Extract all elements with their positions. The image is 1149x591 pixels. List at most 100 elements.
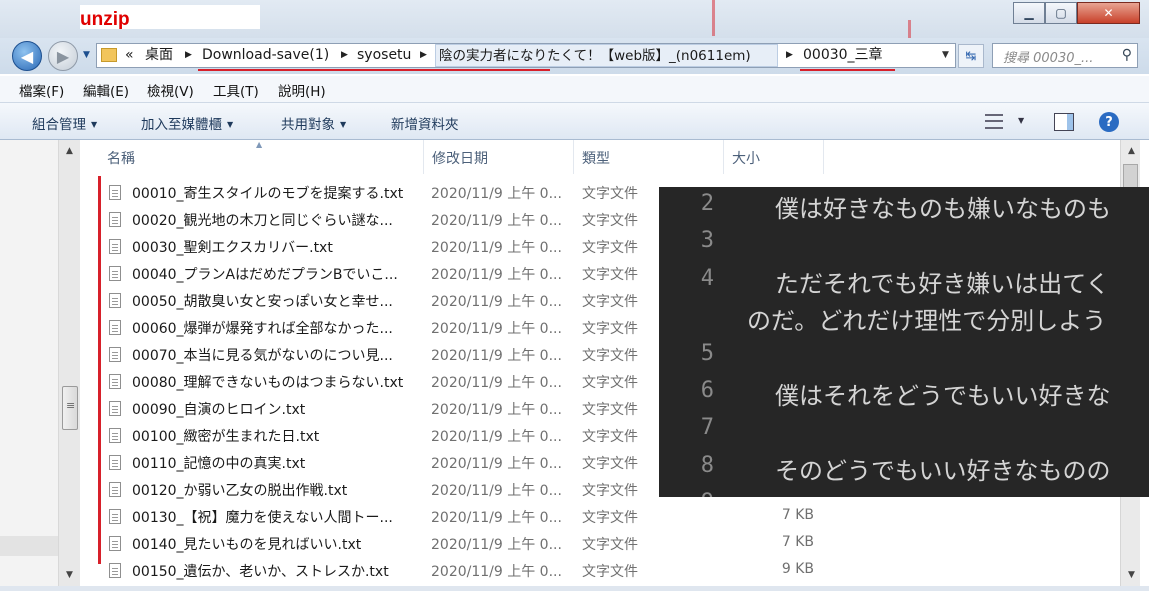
file-name: 00100_緻密が生まれた日.txt	[132, 429, 320, 445]
file-name: 00080_理解できないものはつまらない.txt	[132, 375, 404, 391]
file-type: 文字文件	[582, 564, 638, 580]
view-options-icon[interactable]	[985, 114, 1003, 129]
menu-help[interactable]: 說明(H)	[278, 80, 326, 100]
breadcrumb-desktop[interactable]: 桌面	[145, 44, 173, 67]
file-date: 2020/11/9 上午 0...	[431, 564, 562, 580]
chevron-down-icon: ▼	[227, 120, 234, 129]
breadcrumb-overflow[interactable]: «	[125, 44, 134, 67]
file-type: 文字文件	[582, 240, 638, 256]
scroll-down-icon[interactable]: ▼	[59, 570, 80, 580]
editor-line: 8 そのどうでもいい好きなものの	[659, 451, 1149, 488]
breadcrumb-arrow-icon[interactable]: ▶	[341, 44, 348, 67]
editor-line-text: のだ。どれだけ理性で分別しよう	[747, 307, 1107, 336]
navigation-pane-footer	[0, 536, 58, 556]
share-with-button[interactable]: 共用對象 ▼	[281, 113, 346, 133]
file-name: 00010_寄生スタイルのモブを提案する.txt	[132, 186, 404, 202]
menu-edit[interactable]: 編輯(E)	[83, 80, 129, 100]
breadcrumb-current-folder[interactable]: 00030_三章	[803, 44, 883, 67]
file-date: 2020/11/9 上午 0...	[431, 321, 562, 337]
breadcrumb-novel-folder[interactable]: 陰の実力者になりたくて！【web版】_(n0611em)	[435, 44, 778, 67]
forward-button[interactable]: ▶	[48, 41, 78, 71]
file-name: 00030_聖剣エクスカリバー.txt	[132, 240, 333, 256]
file-type: 文字文件	[582, 483, 638, 499]
file-size: 7 KB	[781, 534, 814, 550]
organize-button[interactable]: 組合管理 ▼	[32, 113, 97, 133]
text-file-icon	[109, 185, 121, 200]
breadcrumb-download-save[interactable]: Download-save(1)	[202, 44, 329, 67]
command-bar: 組合管理 ▼ 加入至媒體櫃 ▼ 共用對象 ▼ 新增資料夾 ▼ ?	[0, 102, 1149, 140]
editor-line: 7	[659, 413, 1149, 450]
text-file-icon	[109, 266, 121, 281]
editor-line: 4 ただそれでも好き嫌いは出てく	[659, 264, 1149, 301]
breadcrumb-arrow-icon[interactable]: ▶	[786, 44, 793, 67]
search-icon[interactable]: ⚲	[1122, 47, 1132, 63]
file-name: 00110_記憶の中の真実.txt	[132, 456, 306, 472]
file-type: 文字文件	[582, 537, 638, 553]
underline-annotation	[800, 69, 895, 71]
scroll-up-icon[interactable]: ▲	[1121, 146, 1142, 156]
file-name: 00150_遺伝か、老いか、ストレスか.txt	[132, 564, 389, 580]
breadcrumb-arrow-icon[interactable]: ▶	[420, 44, 427, 67]
file-type: 文字文件	[582, 267, 638, 283]
breadcrumb-syosetu[interactable]: syosetu	[357, 44, 411, 67]
menu-file[interactable]: 檔案(F)	[19, 80, 64, 100]
file-size: 7 KB	[781, 507, 814, 523]
menu-view[interactable]: 檢視(V)	[147, 80, 194, 100]
text-file-icon	[109, 293, 121, 308]
background-red-line	[908, 20, 911, 38]
address-bar[interactable]: « 桌面 ▶ Download-save(1) ▶ syosetu ▶ 陰の実力…	[96, 43, 956, 68]
file-row[interactable]: 00150_遺伝か、老いか、ストレスか.txt 2020/11/9 上午 0...…	[104, 557, 824, 584]
forward-arrow-icon: ▶	[56, 46, 70, 66]
scroll-up-icon[interactable]: ▲	[59, 146, 80, 156]
maximize-button[interactable]: ▢	[1045, 2, 1077, 24]
editor-line-text: 僕はそれをどうでもいい好きな	[775, 382, 1111, 410]
line-number: 6	[700, 378, 714, 403]
new-folder-button[interactable]: 新增資料夾	[391, 113, 459, 133]
back-button[interactable]: ◀	[12, 41, 42, 71]
column-header-type[interactable]: 類型	[574, 140, 724, 174]
line-number: 5	[700, 340, 714, 366]
column-header-modified[interactable]: 修改日期	[424, 140, 574, 174]
file-row[interactable]: 00140_見たいものを見ればいい.txt 2020/11/9 上午 0... 文字…	[104, 530, 824, 557]
file-size: 9 KB	[781, 561, 814, 577]
window-title: unzip	[80, 9, 130, 30]
file-name: 00070_本当に見る気がないのについ見...	[132, 348, 393, 364]
navigation-scrollbar[interactable]: ▲ ▼	[58, 140, 80, 586]
add-to-library-button[interactable]: 加入至媒體櫃 ▼	[141, 113, 233, 133]
scrollbar-thumb[interactable]	[62, 386, 78, 430]
column-header-size[interactable]: 大小	[724, 140, 824, 174]
folder-icon	[101, 48, 117, 62]
text-file-icon	[109, 347, 121, 362]
background-red-line	[712, 0, 715, 36]
preview-pane-icon[interactable]	[1054, 113, 1074, 131]
file-date: 2020/11/9 上午 0...	[431, 348, 562, 364]
line-number: 4	[700, 265, 714, 291]
sort-ascending-icon: ▲	[256, 140, 263, 149]
file-date: 2020/11/9 上午 0...	[431, 240, 562, 256]
recent-pages-dropdown[interactable]: ▼	[83, 50, 90, 60]
line-number: 3	[700, 228, 714, 254]
search-box[interactable]: 搜尋 00030_... ⚲	[992, 43, 1138, 68]
underline-annotation	[198, 69, 550, 71]
editor-line: 3	[659, 226, 1149, 263]
editor-line: のだ。どれだけ理性で分別しよう	[659, 301, 1149, 338]
file-date: 2020/11/9 上午 0...	[431, 294, 562, 310]
file-type: 文字文件	[582, 294, 638, 310]
scroll-down-icon[interactable]: ▼	[1121, 570, 1142, 580]
chevron-down-icon[interactable]: ▼	[1018, 116, 1024, 125]
close-button[interactable]: ✕	[1077, 2, 1140, 24]
text-file-icon	[109, 509, 121, 524]
breadcrumb-arrow-icon[interactable]: ▶	[185, 44, 192, 67]
menu-tools[interactable]: 工具(T)	[213, 80, 259, 100]
file-type: 文字文件	[582, 348, 638, 364]
minimize-button[interactable]: ▁	[1013, 2, 1045, 24]
help-icon[interactable]: ?	[1099, 112, 1119, 132]
text-file-icon	[109, 563, 121, 578]
file-type: 文字文件	[582, 402, 638, 418]
refresh-button[interactable]: ↹	[958, 44, 984, 68]
address-dropdown[interactable]: ▼	[942, 50, 949, 60]
file-name: 00140_見たいものを見ればいい.txt	[132, 537, 362, 553]
file-row[interactable]: 00130_【祝】魔力を使えない人間トー... 2020/11/9 上午 0...…	[104, 503, 824, 530]
search-input[interactable]: 搜尋 00030_...	[1003, 47, 1093, 66]
text-file-icon	[109, 482, 121, 497]
